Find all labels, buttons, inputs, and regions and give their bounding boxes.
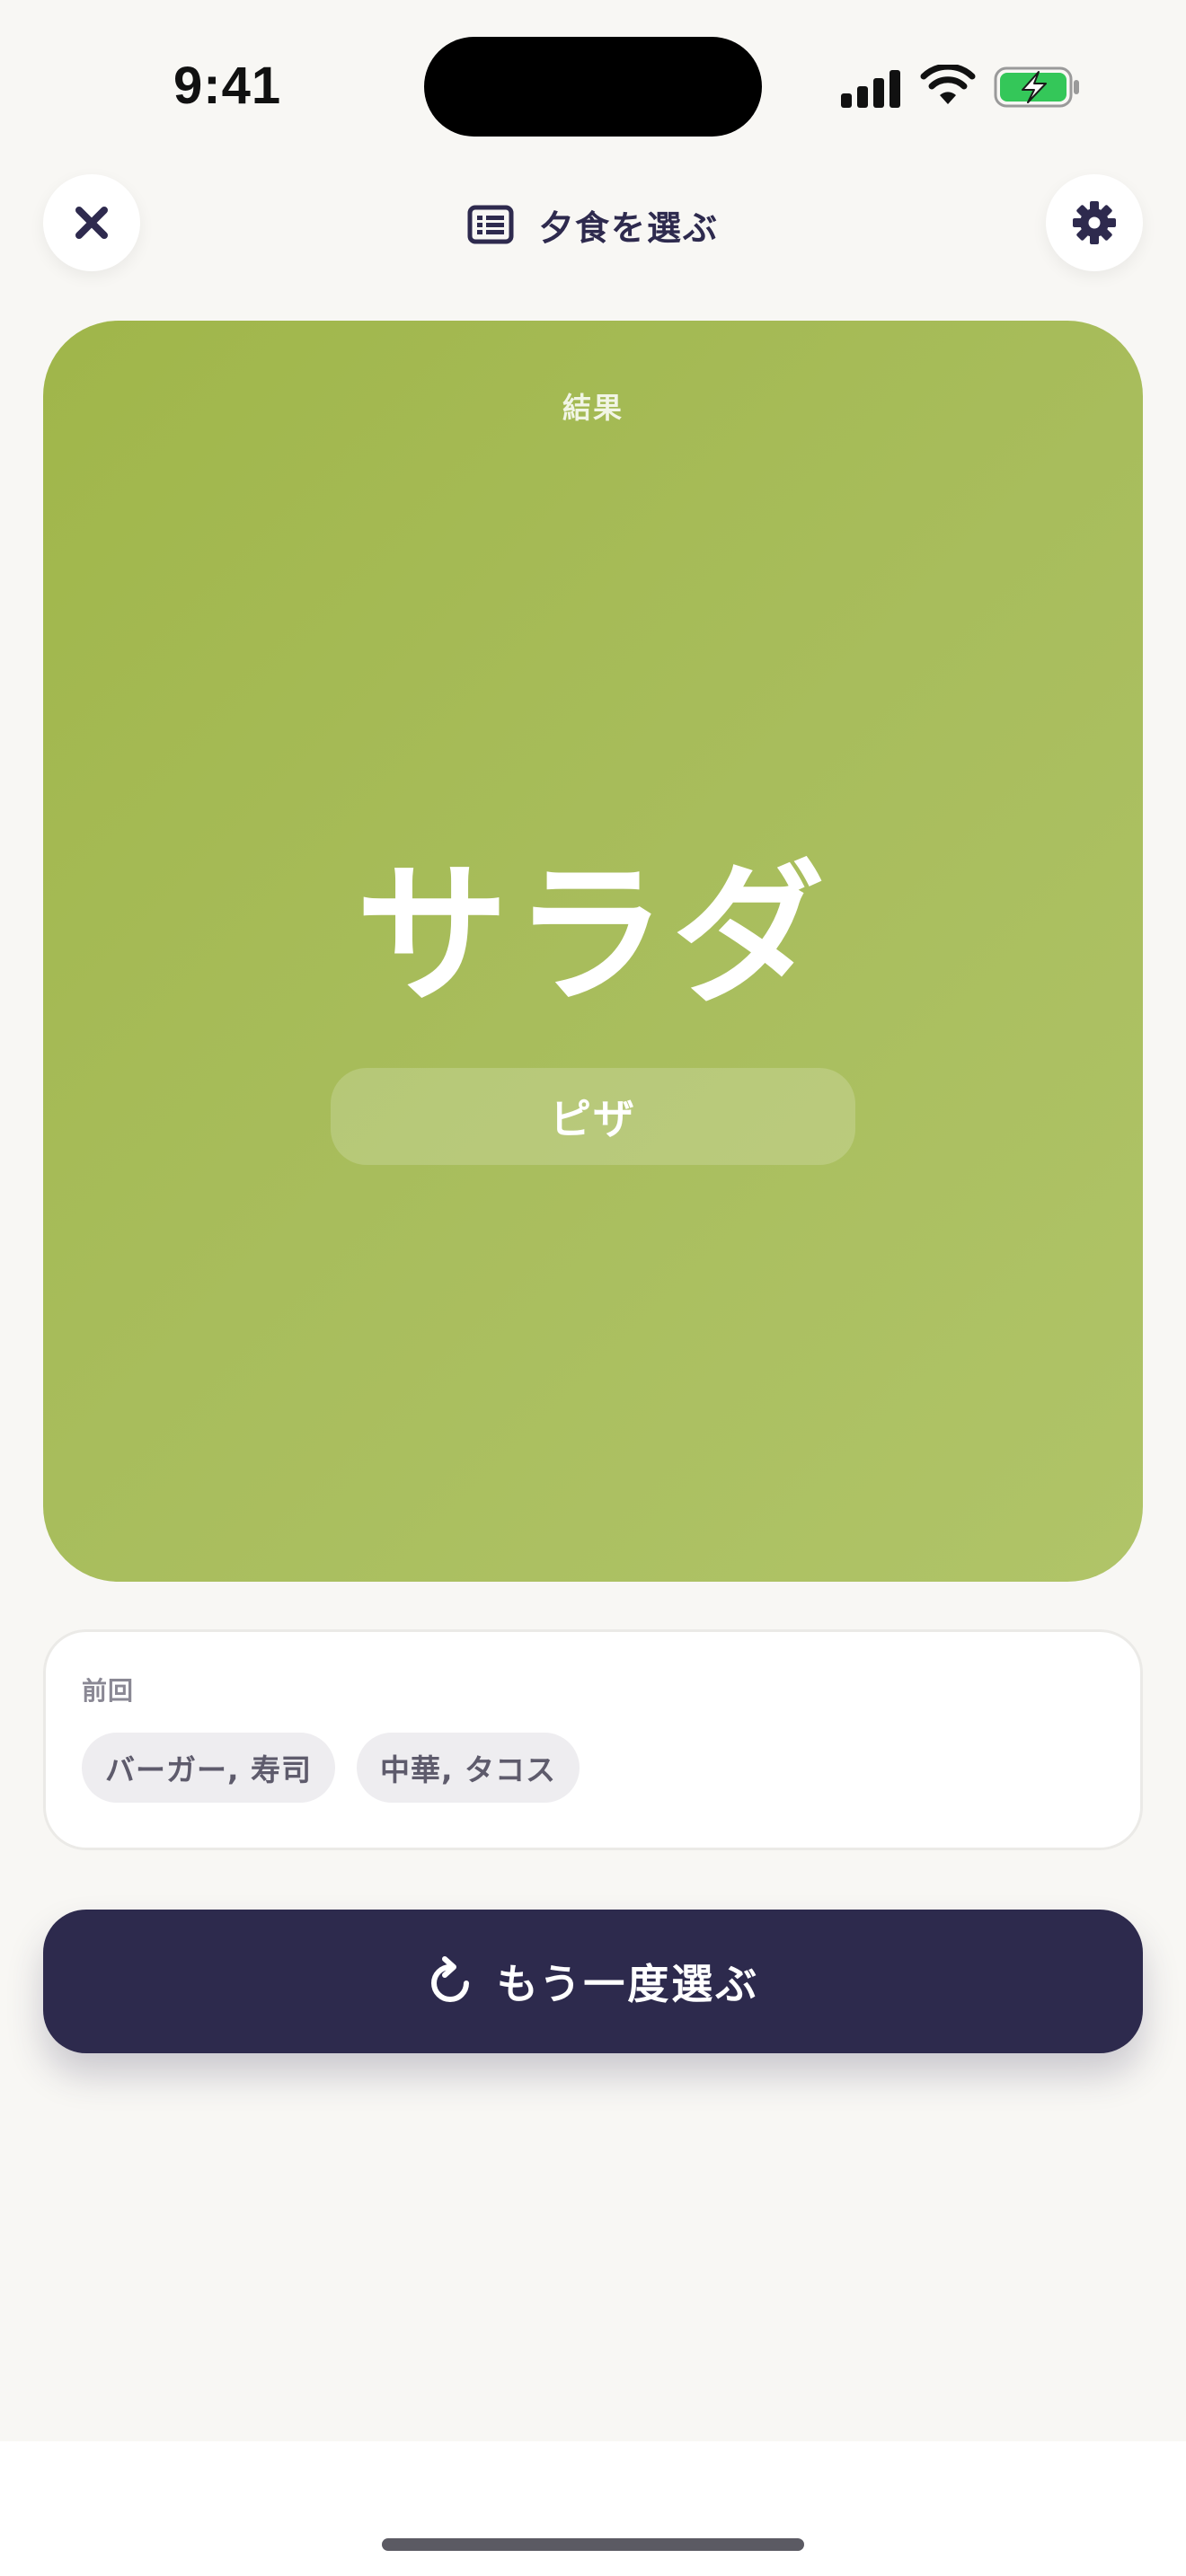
wifi-icon <box>920 65 976 104</box>
history-chip[interactable]: 中華, タコス <box>357 1733 580 1803</box>
header-title: 夕食を選ぶ <box>467 196 719 253</box>
pick-again-button[interactable]: もう一度選ぶ <box>43 1910 1143 2053</box>
status-time: 9:41 <box>173 57 282 115</box>
close-icon <box>75 207 108 239</box>
history-chip[interactable]: バーガー, 寿司 <box>82 1733 336 1803</box>
history-label: 前回 <box>82 1676 135 1706</box>
list-icon <box>467 205 514 244</box>
settings-button[interactable] <box>1046 174 1143 271</box>
gear-icon <box>1073 201 1116 244</box>
cellular-signal-icon <box>841 70 900 108</box>
home-indicator[interactable] <box>382 2538 804 2551</box>
history-chips: バーガー, 寿司 中華, タコス <box>82 1733 580 1803</box>
pick-again-label: もう一度選ぶ <box>496 1960 760 2008</box>
close-button[interactable] <box>43 174 140 271</box>
result-label: 結果 <box>562 391 624 425</box>
result-choice: サラダ <box>355 847 830 1025</box>
page-title: 夕食を選ぶ <box>539 207 720 248</box>
refresh-icon <box>430 1956 469 2002</box>
result-card: 結果 サラダ ピザ <box>43 321 1143 1582</box>
history-card: 前回 バーガー, 寿司 中華, タコス <box>43 1629 1143 1850</box>
bottom-area <box>0 2441 1186 2576</box>
battery-charging-icon <box>994 66 1079 108</box>
result-sub-choice: ピザ <box>331 1068 855 1165</box>
screen: 9:41 夕食を選ぶ 結果 サラダ ピザ 前回 バーガー, 寿司 中華, タコス… <box>0 0 1186 2576</box>
status-icons <box>839 65 1082 110</box>
dynamic-island <box>424 37 762 137</box>
